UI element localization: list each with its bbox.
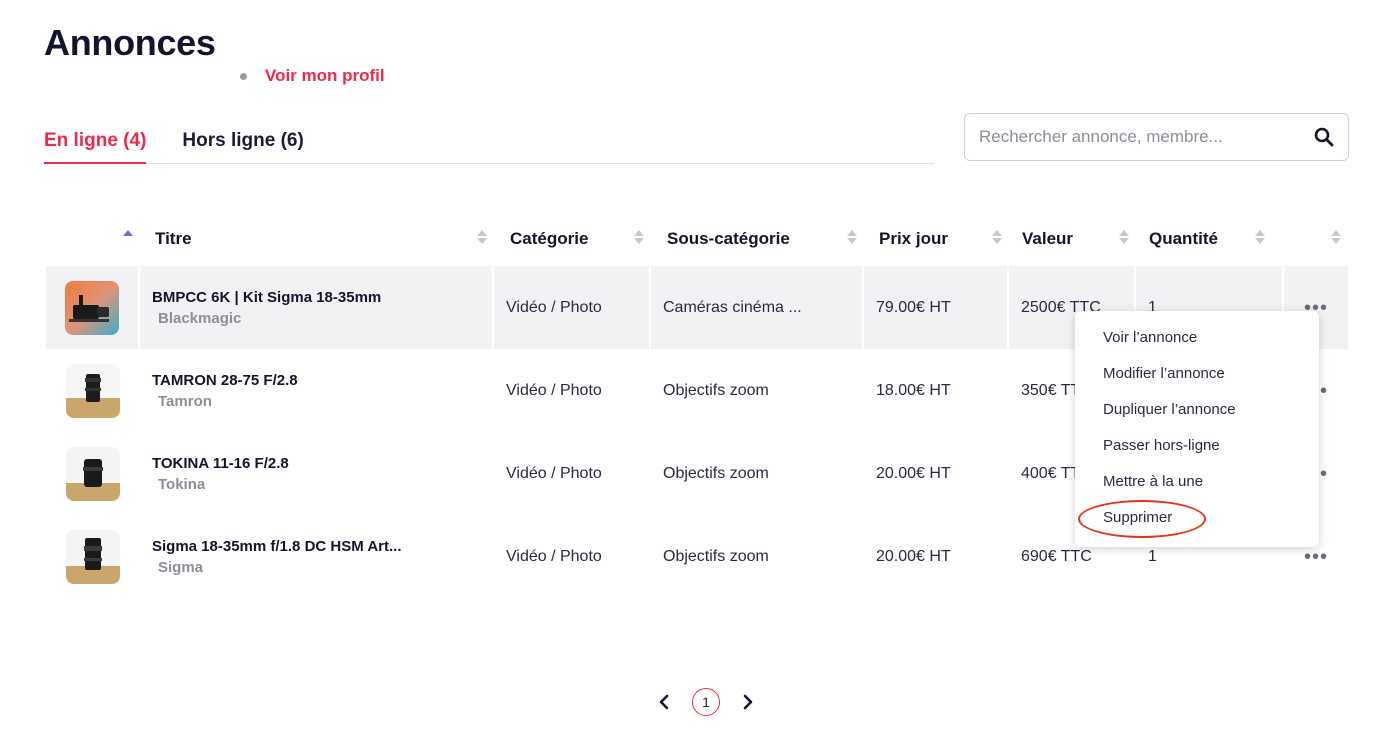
title-cell: TAMRON 28-75 F/2.8 Tamron	[140, 349, 494, 432]
category-cell: Vidéo / Photo	[494, 266, 651, 349]
search-input[interactable]	[979, 127, 1314, 147]
price-cell: 79.00€ HT	[864, 266, 1009, 349]
more-options-icon[interactable]: •••	[1304, 547, 1328, 567]
column-header-label: Valeur	[1022, 229, 1074, 248]
column-header-category[interactable]: Catégorie	[494, 212, 651, 266]
subcategory-cell: Objectifs zoom	[663, 381, 769, 399]
column-header-actions[interactable]	[1284, 212, 1348, 266]
column-header-value[interactable]: Valeur	[1009, 212, 1136, 266]
annotation-circle	[1078, 500, 1206, 538]
sort-icon	[847, 228, 857, 248]
category-cell: Vidéo / Photo	[506, 464, 602, 482]
view-profile-link[interactable]: Voir mon profil	[240, 66, 385, 86]
column-header-image[interactable]	[46, 212, 140, 266]
page-title: Annonces	[44, 22, 216, 63]
tab-offline[interactable]: Hors ligne (6)	[182, 118, 303, 164]
column-header-label: Titre	[155, 229, 192, 248]
listing-brand: Tamron	[158, 392, 212, 410]
thumbnail-cell	[46, 515, 140, 598]
previous-page-button[interactable]	[652, 688, 676, 716]
next-page-button[interactable]	[736, 688, 760, 716]
product-thumbnail-camera[interactable]	[65, 280, 119, 335]
title-cell: TOKINA 11-16 F/2.8 Tokina	[140, 432, 494, 515]
sort-icon	[477, 228, 487, 248]
pagination: 1	[652, 688, 760, 716]
column-header-title[interactable]: Titre	[140, 212, 494, 266]
listing-tabs: En ligne (4) Hors ligne (6)	[44, 118, 934, 164]
category-cell: Vidéo / Photo	[506, 547, 602, 565]
listing-title[interactable]: Sigma 18-35mm f/1.8 DC HSM Art...	[152, 538, 402, 555]
thumbnail-cell	[46, 349, 140, 432]
chevron-left-icon	[659, 694, 669, 710]
sort-icon	[1119, 228, 1129, 248]
thumbnail-cell	[46, 266, 140, 349]
column-header-label: Quantité	[1149, 229, 1218, 248]
chevron-right-icon	[743, 694, 753, 710]
listing-brand: Blackmagic	[158, 309, 242, 327]
menu-item-view-listing[interactable]: Voir l’annonce	[1075, 320, 1319, 356]
listing-brand: Tokina	[158, 475, 206, 493]
menu-item-delete[interactable]: Supprimer	[1075, 500, 1319, 538]
subcategory-cell: Objectifs zoom	[663, 464, 769, 482]
search-icon[interactable]	[1314, 127, 1334, 147]
page-number-button[interactable]: 1	[692, 688, 720, 716]
column-header-price[interactable]: Prix jour	[864, 212, 1009, 266]
category-cell: Vidéo / Photo	[506, 381, 602, 399]
sort-icon	[992, 228, 1002, 248]
product-thumbnail-lens[interactable]	[66, 363, 120, 418]
column-header-label: Prix jour	[879, 229, 948, 248]
table-header: Titre Catégorie Sous-catégorie Prix jour…	[46, 212, 1348, 266]
title-cell: Sigma 18-35mm f/1.8 DC HSM Art... Sigma	[140, 515, 494, 598]
subcategory-cell: Caméras cinéma ...	[651, 266, 864, 349]
price-cell: 20.00€ HT	[876, 464, 951, 482]
tab-online[interactable]: En ligne (4)	[44, 118, 147, 164]
listing-title[interactable]: TAMRON 28-75 F/2.8	[152, 372, 298, 389]
title-cell: BMPCC 6K | Kit Sigma 18-35mm Blackmagic	[140, 266, 494, 349]
thumbnail-cell	[46, 432, 140, 515]
subcategory-cell: Objectifs zoom	[663, 547, 769, 565]
product-thumbnail-lens[interactable]	[66, 529, 120, 584]
price-cell: 18.00€ HT	[876, 381, 951, 399]
column-header-label: Catégorie	[510, 229, 589, 248]
menu-item-set-offline[interactable]: Passer hors-ligne	[1075, 428, 1319, 464]
sort-icon	[634, 228, 644, 248]
bullet-icon	[240, 72, 247, 80]
listing-title[interactable]: BMPCC 6K | Kit Sigma 18-35mm	[152, 289, 381, 306]
sort-icon	[1331, 228, 1341, 248]
sort-icon	[1255, 228, 1265, 248]
product-thumbnail-lens[interactable]	[66, 446, 120, 501]
menu-item-duplicate-listing[interactable]: Dupliquer l’annonce	[1075, 392, 1319, 428]
search-box	[964, 113, 1349, 161]
listing-title[interactable]: TOKINA 11-16 F/2.8	[152, 455, 289, 472]
column-header-subcategory[interactable]: Sous-catégorie	[651, 212, 864, 266]
column-header-quantity[interactable]: Quantité	[1136, 212, 1284, 266]
menu-item-feature-listing[interactable]: Mettre à la une	[1075, 464, 1319, 500]
column-header-label: Sous-catégorie	[667, 229, 790, 248]
sort-asc-icon	[123, 228, 133, 248]
menu-item-edit-listing[interactable]: Modifier l’annonce	[1075, 356, 1319, 392]
view-profile-label: Voir mon profil	[265, 66, 385, 85]
listing-context-menu: Voir l’annonce Modifier l’annonce Dupliq…	[1075, 311, 1319, 547]
price-cell: 20.00€ HT	[876, 547, 951, 565]
listing-brand: Sigma	[158, 558, 204, 576]
